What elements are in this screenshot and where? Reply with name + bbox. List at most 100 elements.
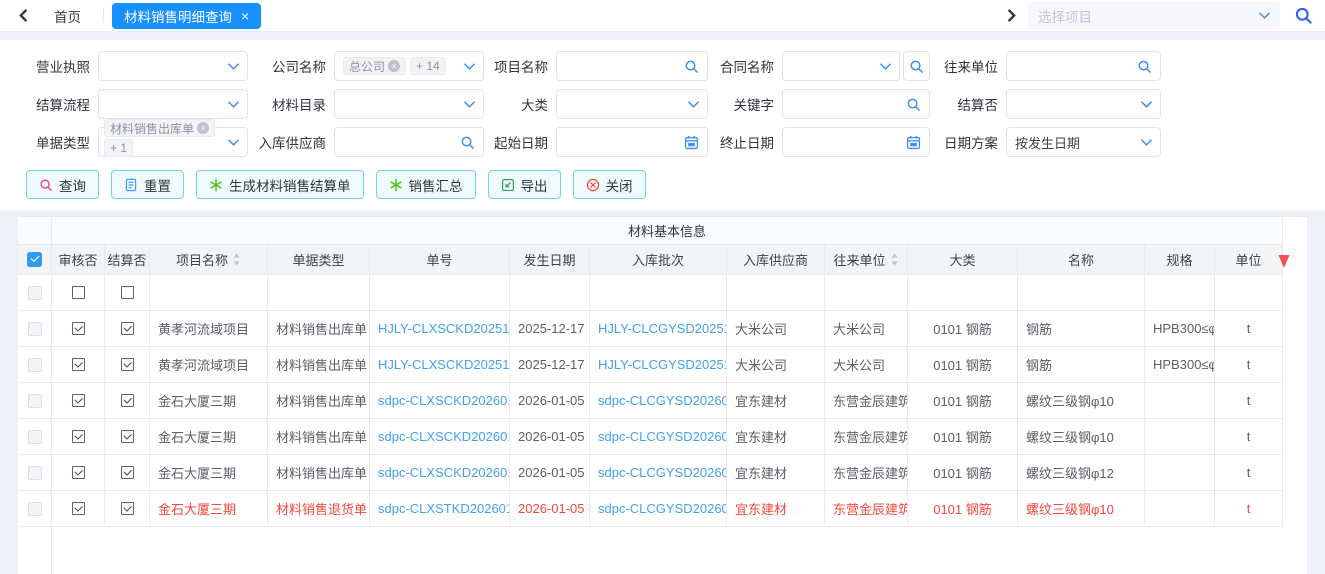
column-header-unit[interactable]: 单位 bbox=[1215, 245, 1283, 275]
document-link[interactable]: sdpc-CLCGYSD202601 bbox=[598, 429, 726, 444]
group-header-stub bbox=[18, 217, 52, 245]
tag-label: 材料销售出库单 bbox=[110, 121, 195, 136]
table-row[interactable]: 黄孝河流域项目 材料销售出库单 HJLY-CLXSCKD202512 2025-12-… bbox=[18, 311, 1307, 347]
scroll-tabs-right-icon[interactable] bbox=[1002, 7, 1020, 25]
column-header-category[interactable]: 大类 bbox=[908, 245, 1018, 275]
table-row[interactable]: 金石大厦三期 材料销售出库单 sdpc-CLXSCKD202601 2026-01-0… bbox=[18, 383, 1307, 419]
audited-checkbox[interactable] bbox=[71, 466, 85, 479]
column-header-spec[interactable]: 规格 bbox=[1145, 245, 1215, 275]
audited-checkbox[interactable] bbox=[71, 322, 85, 335]
contract-name-select[interactable] bbox=[782, 51, 900, 81]
column-header-date[interactable]: 发生日期 bbox=[510, 245, 590, 275]
cell-unit: t bbox=[1215, 455, 1283, 491]
filter-checkbox[interactable] bbox=[120, 286, 134, 299]
document-link[interactable]: HJLY-CLXSCKD202512 bbox=[378, 357, 509, 372]
settled-checkbox[interactable] bbox=[120, 322, 134, 335]
doc-type-multiselect[interactable]: 材料销售出库单 × + 1 bbox=[98, 119, 248, 157]
audited-checkbox[interactable] bbox=[71, 502, 85, 515]
settled-checkbox[interactable] bbox=[120, 502, 134, 515]
cell-text: t bbox=[1246, 393, 1251, 408]
business-license-select[interactable] bbox=[98, 51, 248, 81]
column-header-name[interactable]: 名称 bbox=[1018, 245, 1145, 275]
filter-checkbox[interactable] bbox=[71, 286, 85, 299]
column-header-doc_no[interactable]: 单号 bbox=[370, 245, 510, 275]
document-link[interactable]: sdpc-CLCGYSD202601 bbox=[598, 393, 726, 408]
sort-icon[interactable] bbox=[890, 253, 899, 266]
table-row[interactable]: 黄孝河流域项目 材料销售出库单 HJLY-CLXSCKD202512 2025-12-… bbox=[18, 347, 1307, 383]
cell-text: 0101 钢筋 bbox=[933, 502, 992, 517]
tab-material-sales-detail-query[interactable]: 材料销售明细查询 × bbox=[112, 2, 262, 29]
settled-checkbox[interactable] bbox=[120, 358, 134, 371]
table-row[interactable]: 金石大厦三期 材料销售出库单 sdpc-CLXSCKD202601 2026-01-0… bbox=[18, 455, 1307, 491]
settled-checkbox[interactable] bbox=[120, 394, 134, 407]
chevron-down-icon bbox=[880, 62, 891, 70]
sales-summary-button[interactable]: 销售汇总 bbox=[375, 170, 476, 199]
cell-unit: t bbox=[1215, 347, 1283, 383]
select-all-checkbox[interactable] bbox=[27, 252, 42, 267]
cell-project: 金石大厦三期 bbox=[150, 491, 268, 527]
document-link[interactable]: HJLY-CLXSCKD202512 bbox=[378, 321, 509, 336]
settled-select[interactable] bbox=[1006, 89, 1161, 119]
tag-close-icon[interactable]: × bbox=[388, 60, 401, 72]
settlement-flow-select[interactable] bbox=[98, 89, 248, 119]
document-link[interactable]: HJLY-CLCGYSD202512 bbox=[598, 321, 726, 336]
keyword-search[interactable] bbox=[782, 89, 930, 119]
table-row[interactable]: 金石大厦三期 材料销售出库单 sdpc-CLXSCKD202601 2026-01-0… bbox=[18, 419, 1307, 455]
tag-close-icon[interactable]: × bbox=[197, 122, 210, 134]
document-link[interactable]: sdpc-CLXSCKD202601 bbox=[378, 465, 509, 480]
warehouse-supplier-search[interactable] bbox=[334, 127, 484, 157]
reset-button[interactable]: 重置 bbox=[111, 170, 184, 199]
close-tab-icon[interactable]: × bbox=[241, 9, 249, 23]
cell-unit: t bbox=[1215, 491, 1283, 527]
project-select[interactable]: 选择项目 bbox=[1028, 2, 1280, 29]
filter-cell-audited[interactable] bbox=[52, 275, 105, 311]
material-catalog-select[interactable] bbox=[334, 89, 484, 119]
cell-doc_type: 材料销售出库单 bbox=[268, 383, 370, 419]
sort-icon[interactable] bbox=[232, 253, 241, 266]
category-select[interactable] bbox=[556, 89, 708, 119]
audited-checkbox[interactable] bbox=[71, 358, 85, 371]
search-icon[interactable] bbox=[1294, 6, 1313, 25]
column-header-doc_type[interactable]: 单据类型 bbox=[268, 245, 370, 275]
document-link[interactable]: sdpc-CLXSCKD202601 bbox=[378, 393, 509, 408]
filter-cell-sel[interactable] bbox=[18, 275, 52, 311]
document-link[interactable]: sdpc-CLCGYSD202601 bbox=[598, 465, 726, 480]
tab-home[interactable]: 首页 bbox=[40, 6, 95, 26]
column-header-counterparty[interactable]: 往来单位 bbox=[825, 245, 908, 275]
document-link[interactable]: HJLY-CLCGYSD202512 bbox=[598, 357, 726, 372]
document-link[interactable]: sdpc-CLXSTKD2026010 bbox=[378, 501, 509, 516]
company-name-multiselect[interactable]: 总公司 × + 14 bbox=[334, 51, 484, 81]
counterparty-search[interactable] bbox=[1006, 51, 1161, 81]
date-scheme-select[interactable]: 按发生日期 bbox=[1006, 127, 1161, 157]
query-button[interactable]: 查询 bbox=[26, 170, 99, 199]
audited-checkbox[interactable] bbox=[71, 430, 85, 443]
project-name-search[interactable] bbox=[556, 51, 708, 81]
cell-batch: HJLY-CLCGYSD202512 bbox=[590, 311, 727, 347]
cell-text: 黄孝河流域项目 bbox=[158, 322, 250, 337]
cell-unit: t bbox=[1215, 419, 1283, 455]
close-button[interactable]: 关闭 bbox=[572, 170, 646, 199]
end-date-picker[interactable] bbox=[782, 127, 930, 157]
document-link[interactable]: sdpc-CLXSCKD202601 bbox=[378, 429, 509, 444]
cell-text: 黄孝河流域项目 bbox=[158, 358, 250, 373]
settled-checkbox[interactable] bbox=[120, 466, 134, 479]
column-header-audited[interactable]: 审核否 bbox=[52, 245, 105, 275]
cell-audited bbox=[52, 491, 105, 527]
column-header-supplier[interactable]: 入库供应商 bbox=[727, 245, 825, 275]
scroll-tabs-left-icon[interactable] bbox=[14, 7, 32, 25]
document-link[interactable]: sdpc-CLCGYSD202601 bbox=[598, 501, 726, 516]
start-date-picker[interactable] bbox=[556, 127, 708, 157]
export-button[interactable]: 导出 bbox=[487, 170, 561, 199]
filter-cell-date bbox=[510, 275, 590, 311]
generate-settlement-button[interactable]: 生成材料销售结算单 bbox=[196, 170, 364, 199]
filter-cell-doc_no bbox=[370, 275, 510, 311]
table-row[interactable]: 金石大厦三期 材料销售退货单 sdpc-CLXSTKD2026010 2026-01-… bbox=[18, 491, 1307, 527]
column-header-project[interactable]: 项目名称 bbox=[150, 245, 268, 275]
audited-checkbox[interactable] bbox=[71, 394, 85, 407]
column-header-batch[interactable]: 入库批次 bbox=[590, 245, 727, 275]
settled-checkbox[interactable] bbox=[120, 430, 134, 443]
filter-cell-settled[interactable] bbox=[105, 275, 150, 311]
page: 首页 材料销售明细查询 × 选择项目 营业执照 公司名称 总公司 × + 14 项目名称合… bbox=[0, 0, 1325, 574]
contract-search-button[interactable] bbox=[903, 51, 930, 81]
column-header-settled[interactable]: 结算否 bbox=[105, 245, 150, 275]
